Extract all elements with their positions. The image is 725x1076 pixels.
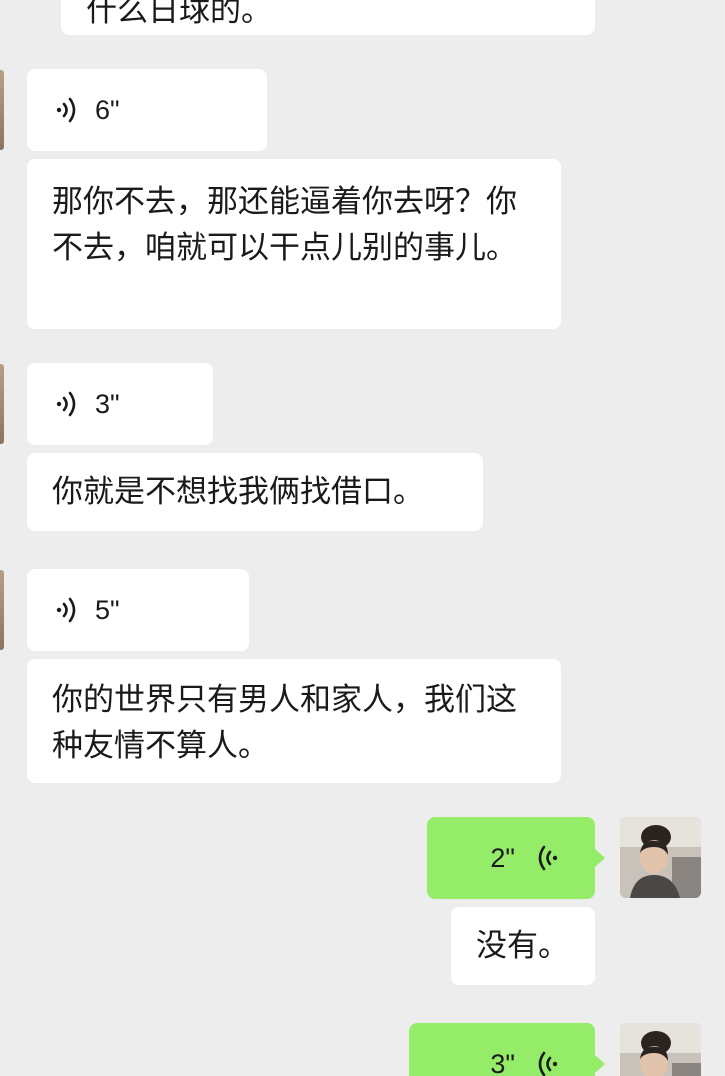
bubble-tail	[595, 1055, 605, 1073]
message-text: 什么日球的。	[86, 0, 272, 29]
bubble-tail	[595, 849, 605, 867]
voice-duration: 6"	[95, 94, 120, 125]
voice-message-bubble[interactable]: 5"	[27, 569, 249, 651]
voice-duration: 5"	[95, 594, 120, 625]
message-text: 你就是不想找我俩找借口。	[52, 474, 424, 510]
voice-message-bubble[interactable]: 3"	[27, 363, 213, 445]
voice-duration: 3"	[95, 388, 120, 419]
contact-avatar[interactable]	[0, 70, 4, 150]
voice-wave-icon	[55, 389, 81, 419]
message-text: 没有。	[476, 928, 569, 964]
contact-avatar[interactable]	[0, 364, 4, 444]
voice-duration: 2"	[490, 842, 515, 873]
message-text-bubble[interactable]: 你就是不想找我俩找借口。	[27, 453, 483, 531]
user-avatar[interactable]	[620, 1023, 701, 1076]
message-text-bubble[interactable]: 什么日球的。	[61, 0, 595, 35]
voice-wave-icon	[533, 1049, 559, 1076]
voice-duration: 3"	[490, 1048, 515, 1076]
message-text: 你的世界只有男人和家人，我们这种友情不算人。	[52, 682, 517, 764]
message-text-bubble[interactable]: 那你不去，那还能逼着你去呀？你不去，咱就可以干点儿别的事儿。	[27, 159, 561, 329]
message-text: 那你不去，那还能逼着你去呀？你不去，咱就可以干点儿别的事儿。	[52, 184, 517, 266]
voice-message-bubble[interactable]: 3"	[409, 1023, 595, 1076]
voice-wave-icon	[55, 595, 81, 625]
message-text-bubble[interactable]: 没有。	[451, 907, 595, 985]
user-avatar[interactable]	[620, 817, 701, 898]
contact-avatar[interactable]	[0, 570, 4, 650]
voice-message-bubble[interactable]: 2"	[427, 817, 595, 899]
voice-wave-icon	[55, 95, 81, 125]
voice-message-bubble[interactable]: 6"	[27, 69, 267, 151]
message-text-bubble[interactable]: 你的世界只有男人和家人，我们这种友情不算人。	[27, 659, 561, 783]
voice-wave-icon	[533, 843, 559, 873]
chat-conversation: 什么日球的。 6" 那你不去，那还能逼着你去呀？你不去，咱就可以干点儿别的事儿。…	[0, 0, 725, 1076]
